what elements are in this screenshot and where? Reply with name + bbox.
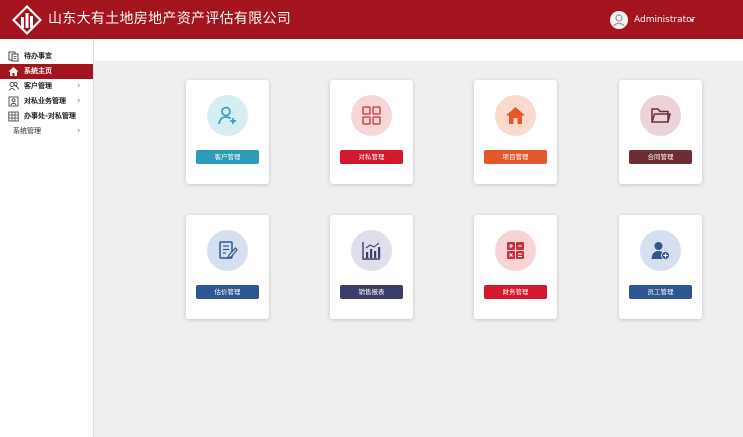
- icon-circle: [640, 230, 681, 271]
- sidebar-item-home[interactable]: 系统主页: [0, 64, 93, 79]
- sidebar-item-label: 客户管理: [24, 82, 52, 90]
- module-card-private[interactable]: 对私管理: [330, 80, 413, 184]
- company-logo: [12, 5, 42, 35]
- module-card-valuation[interactable]: 估价管理: [186, 215, 269, 319]
- customers-button[interactable]: 客户管理: [196, 150, 259, 164]
- icon-circle: [351, 95, 392, 136]
- icon-circle: [351, 230, 392, 271]
- app-header: 山东大有土地房地产资产评估有限公司 Administrator: [0, 0, 743, 39]
- module-card-sales-report[interactable]: 销售报表: [330, 215, 413, 319]
- contracts-button[interactable]: 合同管理: [629, 150, 692, 164]
- todo-icon: [8, 51, 19, 62]
- grid-icon: [362, 106, 381, 125]
- module-card-customers[interactable]: 客户管理: [186, 80, 269, 184]
- sidebar-item-private-business[interactable]: 对私业务管理 ›: [0, 94, 93, 109]
- folder-icon: [651, 108, 671, 123]
- sidebar-item-system[interactable]: 系统管理 ›: [0, 124, 93, 139]
- add-user-icon: [218, 106, 236, 125]
- chevron-right-icon: ›: [77, 81, 81, 91]
- sidebar-item-customers[interactable]: 客户管理 ›: [0, 79, 93, 94]
- sidebar-item-todo[interactable]: 待办事宜: [0, 49, 93, 64]
- sidebar-item-label: 办事处-对私管理: [24, 112, 76, 120]
- module-card-contracts[interactable]: 合同管理: [619, 80, 702, 184]
- chevron-right-icon: ›: [77, 126, 81, 136]
- finance-button[interactable]: 财务管理: [484, 285, 547, 299]
- customers-icon: [8, 81, 19, 91]
- projects-button[interactable]: 项目管理: [484, 150, 547, 164]
- home-icon: [506, 107, 525, 124]
- contact-card-icon: [8, 96, 19, 107]
- edit-document-icon: [219, 241, 238, 259]
- employees-button[interactable]: 员工管理: [629, 285, 692, 299]
- user-menu[interactable]: Administrator: [634, 0, 695, 39]
- module-card-projects[interactable]: 项目管理: [474, 80, 557, 184]
- sales-report-button[interactable]: 销售报表: [340, 285, 403, 299]
- icon-circle: [495, 230, 536, 271]
- chevron-right-icon: ›: [77, 96, 81, 106]
- sidebar-item-label: 对私业务管理: [24, 97, 66, 105]
- chevron-down-icon[interactable]: [690, 19, 694, 22]
- sidebar-item-label: 系统主页: [24, 67, 52, 75]
- icon-circle: [640, 95, 681, 136]
- icon-circle: [207, 95, 248, 136]
- grid-table-icon: [8, 111, 19, 122]
- calculator-icon: [507, 242, 524, 259]
- module-card-finance[interactable]: 财务管理: [474, 215, 557, 319]
- sidebar-item-label: 系统管理: [13, 127, 41, 135]
- content-top-bar: [94, 39, 743, 61]
- user-avatar-icon[interactable]: [610, 11, 628, 29]
- home-icon: [8, 67, 19, 76]
- add-employee-icon: [651, 242, 670, 260]
- bar-chart-icon: [362, 242, 381, 260]
- app-title: 山东大有土地房地产资产评估有限公司: [48, 11, 292, 27]
- sidebar: 待办事宜 系统主页 客户管理 › 对私业务管理 › 办事处-对私管理 系统管理 …: [0, 39, 94, 437]
- icon-circle: [207, 230, 248, 271]
- sidebar-item-label: 待办事宜: [24, 52, 52, 60]
- sidebar-item-office-private[interactable]: 办事处-对私管理: [0, 109, 93, 124]
- module-card-employees[interactable]: 员工管理: [619, 215, 702, 319]
- private-button[interactable]: 对私管理: [340, 150, 403, 164]
- valuation-button[interactable]: 估价管理: [196, 285, 259, 299]
- icon-circle: [495, 95, 536, 136]
